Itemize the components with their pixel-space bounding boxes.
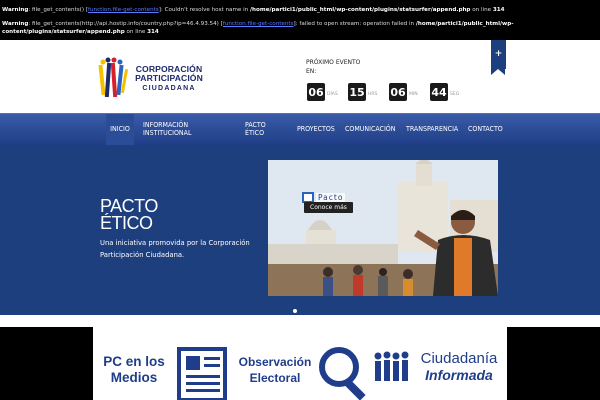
warning-link[interactable]: function.file-get-contents	[223, 21, 294, 27]
warning-text: ]: failed to open stream: operation fail…	[293, 21, 416, 27]
countdown-hours: 15	[348, 83, 366, 101]
next-event-label: PRÓXIMO EVENTO EN:	[306, 58, 366, 76]
banner-title: Observación Electoral	[237, 354, 313, 386]
warning-text: : file_get_contents() [	[28, 7, 89, 13]
nav-item-inicio[interactable]: INICIO	[106, 114, 134, 145]
warning-line-number: 314	[147, 29, 159, 35]
banner-title-line: Observación	[238, 355, 312, 369]
countdown-unit: DÍAS	[327, 92, 338, 97]
banner-title-line: Medios	[110, 370, 158, 385]
warning-text: : file_get_contents(http://api.hostip.in…	[28, 21, 223, 27]
event-countdown: 06 DÍAS 15 HRS 06 MIN 44 SEG	[307, 83, 460, 101]
newspaper-icon	[177, 347, 227, 400]
warning-link[interactable]: function.file-get-contents	[88, 7, 159, 13]
expand-ribbon-button[interactable]: +	[491, 40, 506, 75]
hero-title: PACTO ÉTICO	[100, 197, 158, 233]
nav-label: PROYECTOS	[297, 124, 335, 133]
site-logo[interactable]: CORPORACIÓN PARTICIPACIÓN CIUDADANA	[98, 55, 210, 100]
conoce-mas-button[interactable]: Conoce más	[304, 202, 353, 213]
nav-label: TRANSPARENCIA	[406, 124, 459, 133]
people-logo-icon	[98, 57, 128, 98]
nav-item-transparencia[interactable]: TRANSPARENCIA	[406, 114, 458, 145]
nav-label-line: ÉTICO	[245, 128, 265, 137]
warning-prefix: Warning	[2, 7, 29, 13]
logo-line: CIUDADANA	[142, 84, 196, 92]
php-warnings: Warning: file_get_contents() [function.f…	[0, 0, 600, 40]
nav-item-comunicacion[interactable]: COMUNICACIÓN	[345, 114, 395, 145]
feature-banners: PC en los Medios Observación Electoral C…	[93, 327, 507, 400]
nav-label: CONTACTO	[468, 124, 503, 133]
section-divider	[0, 315, 600, 327]
countdown-minutes: 06	[389, 83, 407, 101]
banner-title-line: PC en los	[103, 354, 165, 369]
slider-pagination	[293, 309, 307, 313]
nav-label: PACTO ÉTICO	[245, 121, 266, 137]
nav-label: INICIO	[110, 124, 130, 133]
warning-text: ]: Couldn't resolve host name in	[158, 7, 251, 13]
banner-title-line: Informada	[425, 367, 493, 383]
warning-prefix: Warning	[2, 21, 29, 27]
main-nav: INICIO INFORMACIÓN INSTITUCIONAL PACTO ÉTI…	[0, 113, 600, 145]
banner-title-line: Ciudadanía	[420, 350, 498, 367]
nav-item-contacto[interactable]: CONTACTO	[468, 114, 503, 145]
nav-label: COMUNICACIÓN	[345, 124, 396, 133]
logo-text: CORPORACIÓN PARTICIPACIÓN CIUDADANA	[130, 64, 208, 93]
banner-title: Ciudadanía Informada	[413, 350, 505, 384]
city-plaza-photo	[268, 160, 498, 296]
warning-path: /home/partici1/public_html/wp-content/pl…	[250, 7, 471, 13]
next-event-label-line: EN:	[306, 68, 317, 75]
banner-title-line: Electoral	[249, 371, 301, 385]
countdown-unit: SEG	[450, 92, 460, 97]
magnifier-icon	[319, 347, 366, 400]
countdown-unit: HRS	[368, 92, 378, 97]
nav-label: INFORMACIÓN INSTITUCIONAL	[143, 121, 192, 137]
next-event-label-line: PRÓXIMO EVENTO	[306, 59, 361, 66]
hero-title-line: ÉTICO	[100, 213, 153, 233]
people-group-icon	[374, 351, 409, 381]
banner-title: PC en los Medios	[101, 354, 167, 386]
logo-line: PARTICIPACIÓN	[135, 73, 203, 84]
nav-label-line: INSTITUCIONAL	[143, 128, 192, 137]
warning-text: on line	[124, 29, 148, 35]
nav-item-informacion-institucional[interactable]: INFORMACIÓN INSTITUCIONAL	[143, 114, 203, 145]
warning-line-number: 314	[492, 7, 505, 13]
countdown-days: 06	[307, 83, 325, 101]
nav-item-pacto-etico[interactable]: PACTO ÉTICO	[245, 114, 275, 145]
slide-badge-text: Pacto	[316, 193, 346, 202]
hero-slide-image[interactable]	[268, 160, 498, 296]
warning-line: Warning: file_get_contents(http://api.ho…	[2, 20, 598, 36]
warning-text: on line	[470, 7, 493, 13]
nav-item-proyectos[interactable]: PROYECTOS	[297, 114, 335, 145]
plus-icon: +	[494, 49, 503, 59]
countdown-seconds: 44	[430, 83, 448, 101]
countdown-unit: MIN	[409, 92, 418, 97]
hero-subtitle: Una iniciativa promovida por la Corporac…	[100, 239, 250, 259]
slider-dot-active[interactable]	[293, 309, 297, 313]
warning-line: Warning: file_get_contents() [function.f…	[2, 6, 598, 14]
site-header: CORPORACIÓN PARTICIPACIÓN CIUDADANA	[0, 40, 600, 113]
slider-dot[interactable]	[300, 309, 304, 313]
